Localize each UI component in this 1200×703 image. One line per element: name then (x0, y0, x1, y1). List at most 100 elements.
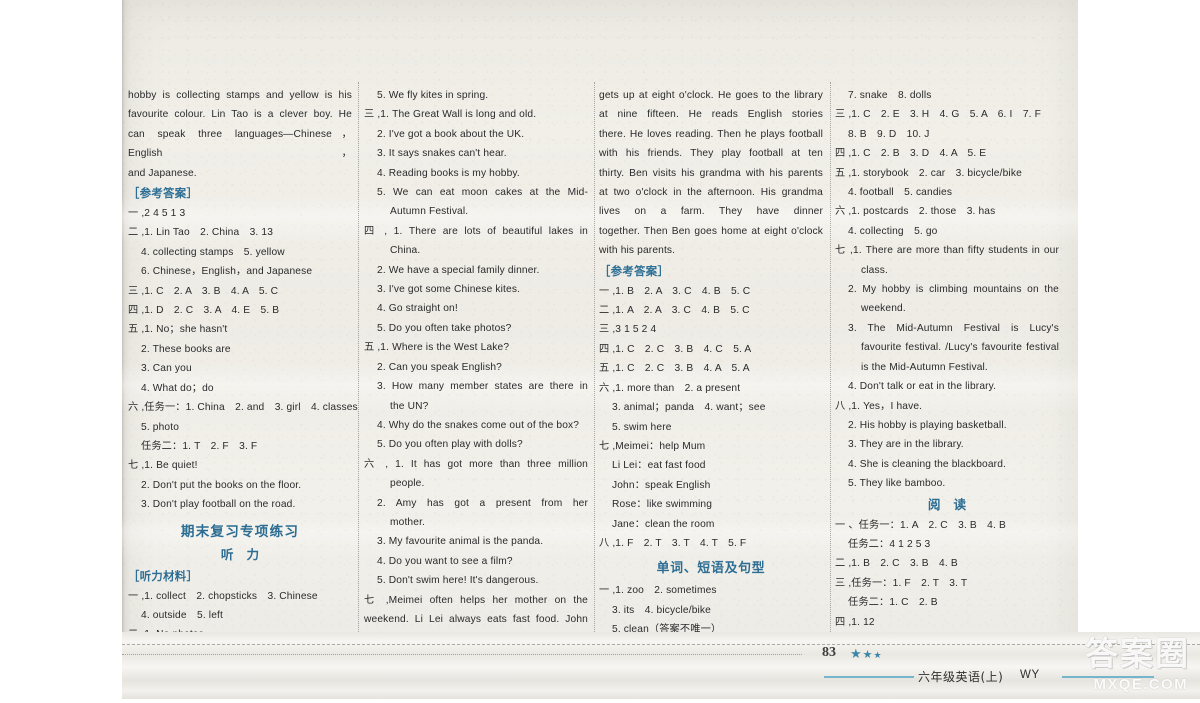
answer-line: 二 ,1. A 2. A 3. C 4. B 5. C (599, 301, 823, 320)
answer-line: 4. What do；do (128, 379, 352, 398)
answer-line: can speak three languages—Chinese，Englis… (128, 125, 352, 164)
answer-line: ［参考答案］ (599, 261, 823, 282)
answer-line: 二 ,1. Lin Tao 2. China 3. 13 (128, 223, 352, 242)
answer-line: 一 ,2 4 5 1 3 (128, 204, 352, 223)
answer-line: 5. Do you often take photos? (364, 319, 588, 338)
answer-line: 5. We fly kites in spring. (364, 86, 588, 105)
answer-column-3: gets up at eight o'clock. He goes to the… (599, 86, 823, 631)
answer-line: 三 ,任务一：1. F 2. T 3. T (835, 574, 1059, 593)
answer-line: hobby is collecting stamps and yellow is… (128, 86, 352, 105)
answer-line: 2. These books are (128, 340, 352, 359)
answer-line: 2. I've got a book about the UK. (364, 125, 588, 144)
scanned-page: hobby is collecting stamps and yellow is… (122, 0, 1078, 699)
star-decoration: ★★★ (850, 646, 883, 662)
footer-dashed-rule (122, 644, 1200, 645)
answer-line: favourite colour. Lin Tao is a clever bo… (128, 105, 352, 124)
answer-line: 4. collecting stamps 5. yellow (128, 243, 352, 262)
page-number: 83 (822, 645, 836, 661)
answer-line: 8. B 9. D 10. J (835, 125, 1059, 144)
answer-line: and Japanese. (128, 164, 352, 183)
answer-line: 7. snake 8. dolls (835, 86, 1059, 105)
footer-rule-right (1062, 676, 1154, 678)
answer-line: 七 ,Meimei：help Mum (599, 437, 823, 456)
answer-line: 2. Don't put the books on the floor. (128, 476, 352, 495)
answer-line: is the Mid-Autumn Festival. (835, 358, 1059, 377)
answer-line: China. (364, 241, 588, 260)
answer-line: 六 ,任务一：1. China 2. and 3. girl 4. classe… (128, 398, 352, 417)
answer-line: 3. Can you (128, 359, 352, 378)
answer-line: 单词、短语及句型 (599, 557, 823, 580)
answer-line: 3. They are in the library. (835, 435, 1059, 454)
star-1: ★ (850, 646, 863, 661)
answer-line: 3. My favourite animal is the panda. (364, 532, 588, 551)
answer-line: 五 ,1. storybook 2. car 3. bicycle/bike (835, 164, 1059, 183)
answer-line: 4. Reading books is my hobby. (364, 164, 588, 183)
answer-line: thirty. Ben visits his grandma with his … (599, 164, 823, 183)
answer-line: 5. swim here (599, 418, 823, 437)
answer-line: 4. Why do the snakes come out of the box… (364, 416, 588, 435)
answer-line: Rose：like swimming (599, 495, 823, 514)
answer-line: 5. Don't swim here! It's dangerous. (364, 571, 588, 590)
column-divider-2 (594, 82, 595, 634)
answer-line: 三 ,3 1 5 2 4 (599, 320, 823, 339)
column-divider-1 (358, 82, 359, 634)
answer-line: 一 ,1. zoo 2. sometimes (599, 581, 823, 600)
answer-line: 3. animal；panda 4. want；see (599, 398, 823, 417)
answer-line: 4. Do you want to see a film? (364, 552, 588, 571)
answer-line: 六 ,1. postcards 2. those 3. has (835, 202, 1059, 221)
answer-line: John：speak English (599, 476, 823, 495)
star-3: ★ (874, 650, 883, 660)
answer-line: 阅读 (835, 494, 1059, 516)
answer-line: 4. collecting 5. go (835, 222, 1059, 241)
answer-line: at nine fifteen. He reads English storie… (599, 105, 823, 124)
answer-line: Li Lei：eat fast food (599, 456, 823, 475)
answer-column-2: 5. We fly kites in spring.三 ,1. The Grea… (364, 86, 588, 631)
answer-line: 四 ,1. C 2. B 3. D 4. A 5. E (835, 144, 1059, 163)
answer-line: 七 ,Meimei often helps her mother on the (364, 591, 588, 610)
answer-column-1: hobby is collecting stamps and yellow is… (128, 86, 352, 631)
answer-line: 六 ,1. more than 2. a present (599, 379, 823, 398)
answer-line: 五 ,1. C 2. C 3. B 4. A 5. A (599, 359, 823, 378)
page-content: hobby is collecting stamps and yellow is… (122, 0, 1078, 699)
book-code: WY (1020, 669, 1040, 681)
answer-line: 六 , 1. It has got more than three millio… (364, 455, 588, 474)
answer-column-4: 7. snake 8. dolls三 ,1. C 2. E 3. H 4. G … (835, 86, 1059, 631)
answer-line: 任务二：1. C 2. B (835, 593, 1059, 612)
answer-line: there. He loves reading. Then he plays f… (599, 125, 823, 144)
answer-line: 4. outside 5. left (128, 606, 352, 625)
answer-line: with his parents. (599, 241, 823, 260)
answer-line: class. (835, 261, 1059, 280)
answer-line: with his friends. They play football at … (599, 144, 823, 163)
answer-line: 三 ,1. C 2. E 3. H 4. G 5. A 6. I 7. F (835, 105, 1059, 124)
column-divider-3 (830, 82, 831, 634)
answer-line: 七 ,1. Be quiet! (128, 456, 352, 475)
answer-line: 任务二：4 1 2 5 3 (835, 535, 1059, 554)
answer-line: 5. We can eat moon cakes at the Mid- (364, 183, 588, 202)
answer-line: 3. The Mid-Autumn Festival is Lucy's (835, 319, 1059, 338)
answer-line: Jane：clean the room (599, 515, 823, 534)
answer-line: 四 , 1. There are lots of beautiful lakes… (364, 222, 588, 241)
answer-line: the UN? (364, 397, 588, 416)
answer-line: 听力 (128, 544, 352, 566)
answer-line: favourite festival. /Lucy's favourite fe… (835, 338, 1059, 357)
answer-line: 八 ,1. Yes，I have. (835, 397, 1059, 416)
footer-book-line: 六年级英语(上) WY (122, 668, 1200, 684)
answer-line: 2. His hobby is playing basketball. (835, 416, 1059, 435)
answer-line: ［参考答案］ (128, 183, 352, 204)
book-title: 六年级英语(上) (918, 668, 1003, 685)
answer-line: people. (364, 474, 588, 493)
answer-line: Autumn Festival. (364, 202, 588, 221)
answer-line: 三 ,1. C 2. A 3. B 4. A 5. C (128, 282, 352, 301)
answer-line: weekend. Li Lei always eats fast food. J… (364, 610, 588, 629)
answer-line: 3. I've got some Chinese kites. (364, 280, 588, 299)
answer-line: weekend. (835, 299, 1059, 318)
answer-line: 期末复习专项练习 (128, 520, 352, 544)
answer-line: 2. We have a special family dinner. (364, 261, 588, 280)
answer-line: lives on a farm. They have dinner (599, 202, 823, 221)
answer-line: 4. football 5. candies (835, 183, 1059, 202)
answer-line: 5. photo (128, 418, 352, 437)
answer-line: 3. It says snakes can't hear. (364, 144, 588, 163)
footer-dotted-rule (122, 654, 802, 655)
answer-line: 3. Don't play football on the road. (128, 495, 352, 514)
answer-line: 任务二：1. T 2. F 3. F (128, 437, 352, 456)
